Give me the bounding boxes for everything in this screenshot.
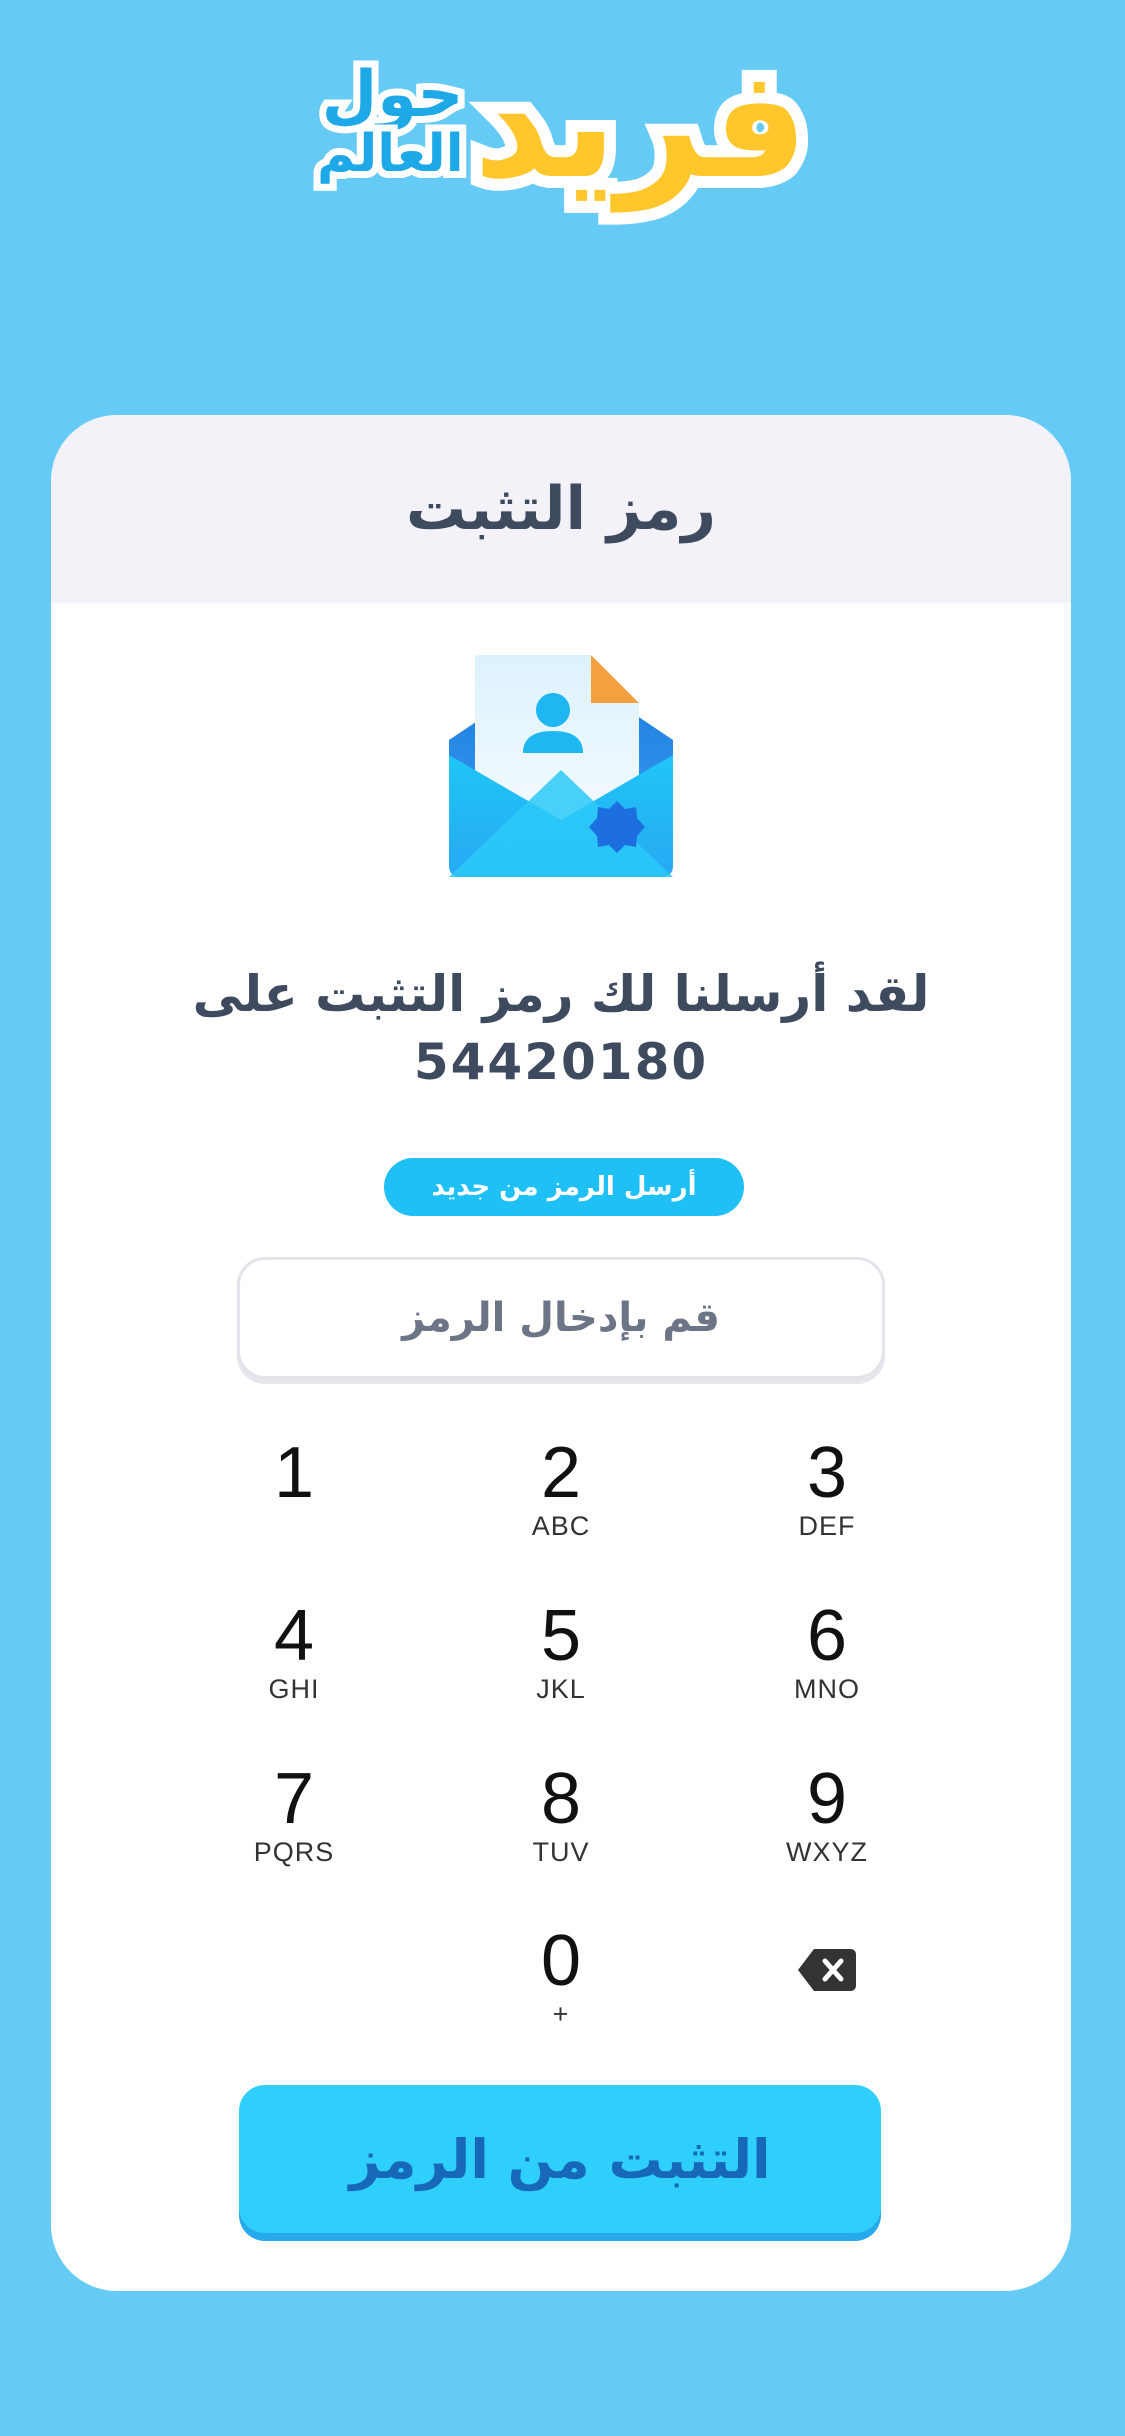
key-7[interactable]: 7 PQRS bbox=[194, 1761, 394, 1891]
phone-number: 54420180 bbox=[413, 1033, 709, 1091]
key-5[interactable]: 5 JKL bbox=[461, 1598, 661, 1728]
logo-sub-line2: العالم bbox=[310, 120, 470, 188]
key-letters: MNO bbox=[794, 1674, 860, 1704]
key-digit: 6 bbox=[806, 1596, 848, 1676]
key-letters: + bbox=[552, 1999, 570, 2029]
key-2[interactable]: 2 ABC bbox=[461, 1435, 661, 1565]
key-digit: 5 bbox=[540, 1596, 582, 1676]
key-digit: 9 bbox=[806, 1759, 848, 1839]
key-letters: JKL bbox=[536, 1674, 586, 1704]
card-header: رمز التثبت bbox=[51, 415, 1071, 603]
logo-subtitle: حول العالم bbox=[310, 56, 471, 188]
key-letters: GHI bbox=[268, 1674, 320, 1704]
key-9[interactable]: 9 WXYZ bbox=[727, 1761, 927, 1891]
key-8[interactable]: 8 TUV bbox=[461, 1761, 661, 1891]
key-digit: 0 bbox=[540, 1921, 582, 2001]
verify-code-button[interactable]: التثبت من الرمز bbox=[239, 2085, 881, 2233]
logo-sub-line1: حول bbox=[315, 56, 471, 134]
code-input[interactable]: قم بإدخال الرمز bbox=[237, 1257, 885, 1379]
key-letters: TUV bbox=[532, 1837, 590, 1867]
key-6[interactable]: 6 MNO bbox=[727, 1598, 927, 1728]
key-0[interactable]: 0 + bbox=[461, 1923, 661, 2053]
verification-card: رمز التثبت لقد أرسلنا لك رمز التثبت على … bbox=[51, 415, 1071, 2291]
resend-code-button[interactable]: أرسل الرمز من جديد bbox=[384, 1158, 744, 1216]
key-3[interactable]: 3 DEF bbox=[727, 1435, 927, 1565]
backspace-icon bbox=[798, 1949, 856, 1991]
key-letters: WXYZ bbox=[786, 1837, 868, 1867]
key-letters: DEF bbox=[798, 1511, 856, 1541]
key-digit: 7 bbox=[273, 1759, 315, 1839]
key-4[interactable]: 4 GHI bbox=[194, 1598, 394, 1728]
key-digit: 4 bbox=[273, 1596, 315, 1676]
sent-message: لقد أرسلنا لك رمز التثبت على 54420180 bbox=[111, 960, 1011, 1096]
delete-key[interactable] bbox=[727, 1905, 927, 2035]
envelope-icon bbox=[449, 655, 673, 877]
key-digit: 2 bbox=[540, 1433, 582, 1513]
app-logo: فريد حول العالم bbox=[0, 30, 1125, 220]
key-letters: PQRS bbox=[253, 1837, 335, 1867]
key-1[interactable]: 1 bbox=[194, 1435, 394, 1565]
sent-message-text: لقد أرسلنا لك رمز التثبت على bbox=[192, 965, 930, 1023]
key-digit: 3 bbox=[806, 1433, 848, 1513]
key-digit: 1 bbox=[273, 1433, 315, 1513]
logo-main-text: فريد bbox=[462, 38, 820, 212]
page-title: رمز التثبت bbox=[406, 474, 716, 544]
key-digit: 8 bbox=[540, 1759, 582, 1839]
key-letters: ABC bbox=[531, 1511, 591, 1541]
